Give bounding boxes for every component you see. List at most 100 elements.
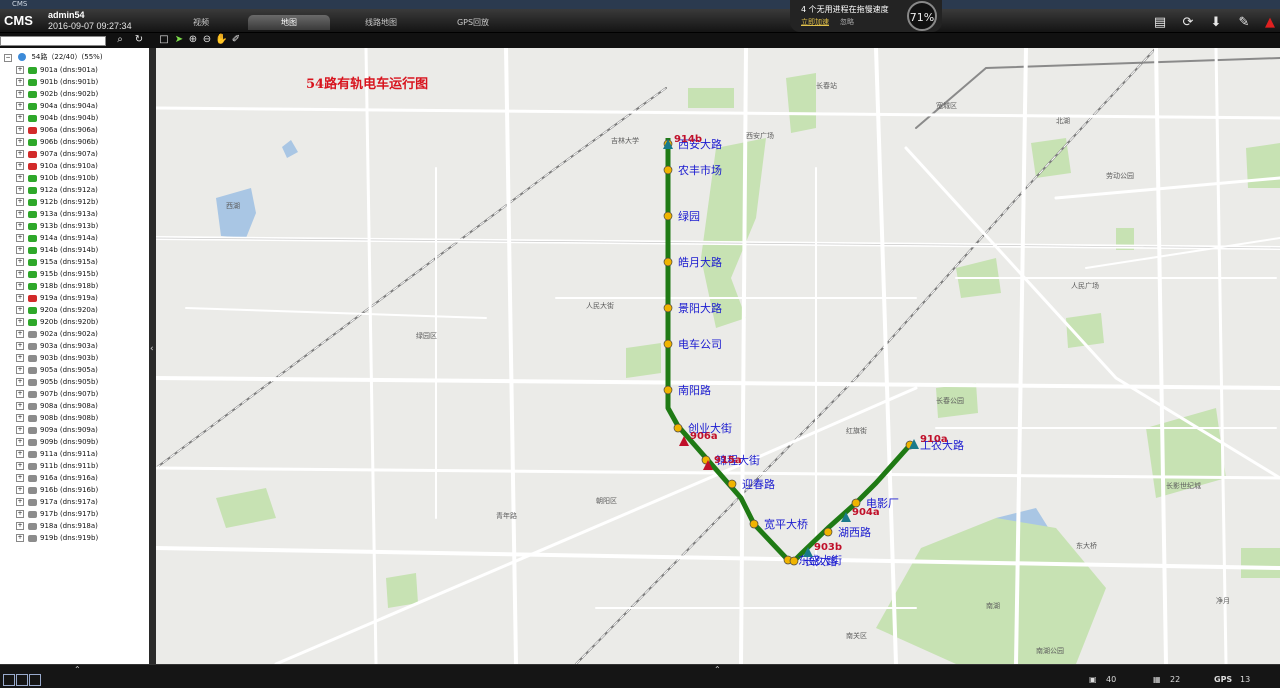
stop-marker[interactable]: [673, 423, 683, 433]
expand-icon[interactable]: +: [16, 66, 24, 74]
vehicle-tree-item[interactable]: +911a (dns:911a): [4, 448, 144, 460]
vehicle-tree-item[interactable]: +906a (dns:906a): [4, 124, 144, 136]
expand-icon[interactable]: +: [16, 342, 24, 350]
expand-icon[interactable]: +: [16, 210, 24, 218]
expand-icon[interactable]: +: [16, 258, 24, 266]
vehicle-tree-item[interactable]: +906b (dns:906b): [4, 136, 144, 148]
stop-marker[interactable]: [663, 257, 673, 267]
vehicle-tree-item[interactable]: +904a (dns:904a): [4, 100, 144, 112]
stop-marker[interactable]: [749, 519, 759, 529]
search-input[interactable]: [0, 36, 106, 46]
expand-icon[interactable]: +: [16, 90, 24, 98]
map-canvas[interactable]: 西安广场 吉林大学 南湖 人民广场 长春站 长影世纪城 净月 绿园区 朝阳区 南…: [156, 48, 1280, 664]
vehicle-tree-item[interactable]: +911b (dns:911b): [4, 460, 144, 472]
pointer-icon[interactable]: ➤: [173, 34, 185, 46]
alert-icon[interactable]: ▲: [1262, 15, 1278, 31]
expand-icon[interactable]: +: [16, 534, 24, 542]
stop-marker[interactable]: [789, 556, 799, 566]
vehicle-tree-item[interactable]: +908a (dns:908a): [4, 400, 144, 412]
vehicle-tree-item[interactable]: +917b (dns:917b): [4, 508, 144, 520]
pan-hand-icon[interactable]: ✋: [215, 34, 227, 46]
vehicle-tree-item[interactable]: +918b (dns:918b): [4, 280, 144, 292]
refresh-icon[interactable]: ⟳: [1180, 15, 1196, 31]
vehicle-tree-item[interactable]: +915a (dns:915a): [4, 256, 144, 268]
expand-icon[interactable]: +: [16, 486, 24, 494]
vehicle-tree-item[interactable]: +902a (dns:902a): [4, 328, 144, 340]
sidebar-splitter[interactable]: ‹: [149, 48, 156, 664]
expand-icon[interactable]: +: [16, 474, 24, 482]
expand-icon[interactable]: +: [16, 222, 24, 230]
vehicle-tree-item[interactable]: +903a (dns:903a): [4, 340, 144, 352]
expand-icon[interactable]: +: [16, 150, 24, 158]
vehicle-tree-item[interactable]: +920b (dns:920b): [4, 316, 144, 328]
vehicle-tree-item[interactable]: +901b (dns:901b): [4, 76, 144, 88]
vehicle-tree-item[interactable]: +905a (dns:905a): [4, 364, 144, 376]
expand-icon[interactable]: +: [16, 306, 24, 314]
ignore-link[interactable]: 忽略: [840, 17, 854, 27]
document-icon[interactable]: ▤: [1152, 15, 1168, 31]
tree-root[interactable]: − 54路（22/40）(55%): [4, 52, 103, 62]
vehicle-tree-item[interactable]: +917a (dns:917a): [4, 496, 144, 508]
vehicle-tree-item[interactable]: +910b (dns:910b): [4, 172, 144, 184]
expand-icon[interactable]: +: [16, 138, 24, 146]
vehicle-tree-item[interactable]: +912a (dns:912a): [4, 184, 144, 196]
vehicle-tree-item[interactable]: +916b (dns:916b): [4, 484, 144, 496]
speed-gauge[interactable]: 71%: [907, 1, 937, 31]
stop-marker[interactable]: [823, 527, 833, 537]
tab-line-map[interactable]: 线路地图: [340, 15, 422, 30]
vehicle-tree-item[interactable]: +907b (dns:907b): [4, 388, 144, 400]
expand-icon[interactable]: +: [16, 102, 24, 110]
expand-icon[interactable]: +: [16, 294, 24, 302]
expand-icon[interactable]: +: [16, 390, 24, 398]
expand-icon[interactable]: +: [16, 402, 24, 410]
vehicle-tree-item[interactable]: +914a (dns:914a): [4, 232, 144, 244]
collapse-icon[interactable]: −: [4, 54, 12, 62]
vehicle-tree-item[interactable]: +915b (dns:915b): [4, 268, 144, 280]
expand-icon[interactable]: +: [16, 234, 24, 242]
tab-map[interactable]: 地图: [248, 15, 330, 30]
tab-gps-playback[interactable]: GPS回放: [432, 15, 514, 30]
expand-icon[interactable]: +: [16, 174, 24, 182]
expand-icon[interactable]: +: [16, 462, 24, 470]
expand-icon[interactable]: +: [16, 354, 24, 362]
vehicle-tree-item[interactable]: +904b (dns:904b): [4, 112, 144, 124]
zoom-out-icon[interactable]: ⊖: [201, 34, 213, 46]
vehicle-tree-item[interactable]: +919a (dns:919a): [4, 292, 144, 304]
accelerate-link[interactable]: 立即加速: [801, 17, 829, 27]
layout-grid-icon[interactable]: [29, 674, 41, 686]
expand-icon[interactable]: +: [16, 282, 24, 290]
expand-icon[interactable]: +: [16, 318, 24, 326]
vehicle-tree-item[interactable]: +913b (dns:913b): [4, 220, 144, 232]
vehicle-tree-item[interactable]: +914b (dns:914b): [4, 244, 144, 256]
stop-marker[interactable]: [663, 385, 673, 395]
stop-marker[interactable]: [663, 303, 673, 313]
tab-video[interactable]: 视频: [160, 15, 242, 30]
vehicle-tree-item[interactable]: +908b (dns:908b): [4, 412, 144, 424]
vehicle-tree-item[interactable]: +920a (dns:920a): [4, 304, 144, 316]
layout-single-icon[interactable]: [3, 674, 15, 686]
stop-marker[interactable]: [663, 165, 673, 175]
expand-icon[interactable]: +: [16, 126, 24, 134]
expand-icon[interactable]: +: [16, 246, 24, 254]
collapse-arrow-icon[interactable]: ‹: [150, 344, 154, 354]
wrench-icon[interactable]: ✎: [1236, 15, 1252, 31]
expand-icon[interactable]: +: [16, 162, 24, 170]
select-box-icon[interactable]: □: [158, 34, 170, 46]
expand-icon[interactable]: +: [16, 438, 24, 446]
download-icon[interactable]: ⬇: [1208, 15, 1224, 31]
expand-icon[interactable]: +: [16, 114, 24, 122]
vehicle-tree-item[interactable]: +909a (dns:909a): [4, 424, 144, 436]
zoom-in-icon[interactable]: ⊕: [187, 34, 199, 46]
vehicle-tree-item[interactable]: +912b (dns:912b): [4, 196, 144, 208]
expand-icon[interactable]: +: [16, 414, 24, 422]
collapse-map-icon[interactable]: ⌃: [714, 665, 721, 674]
expand-icon[interactable]: +: [16, 510, 24, 518]
map-view[interactable]: 西安广场 吉林大学 南湖 人民广场 长春站 长影世纪城 净月 绿园区 朝阳区 南…: [156, 48, 1280, 664]
vehicle-tree-item[interactable]: +919b (dns:919b): [4, 532, 144, 544]
expand-icon[interactable]: +: [16, 450, 24, 458]
collapse-up-icon[interactable]: ⌃: [74, 665, 81, 674]
stop-marker[interactable]: [851, 498, 861, 508]
expand-icon[interactable]: +: [16, 186, 24, 194]
expand-icon[interactable]: +: [16, 270, 24, 278]
stop-marker[interactable]: [727, 479, 737, 489]
